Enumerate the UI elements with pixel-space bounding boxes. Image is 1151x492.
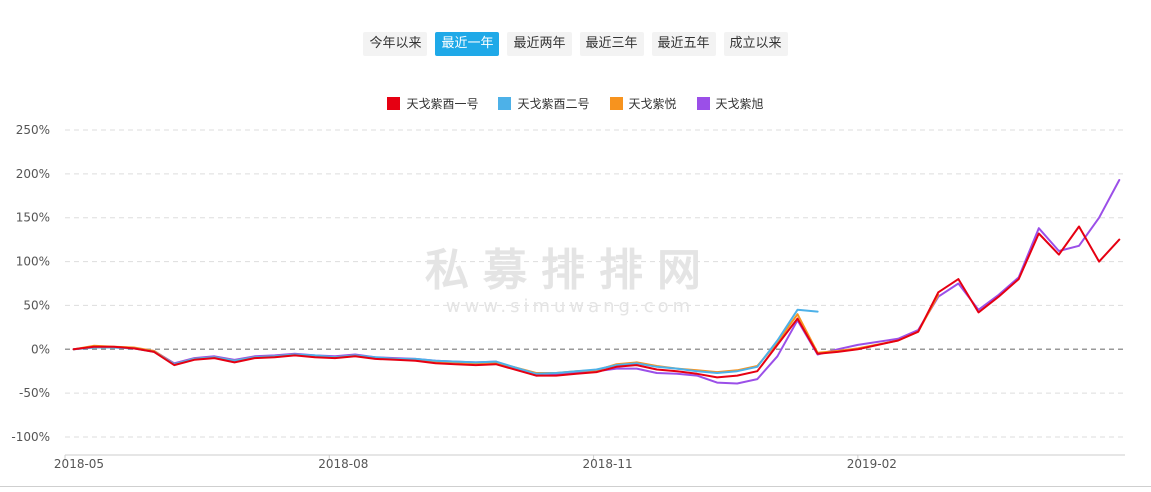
y-tick-label: 150% (16, 211, 50, 225)
x-tick-label: 2018-11 (582, 457, 632, 471)
bottom-divider (0, 486, 1151, 487)
watermark: 私募排排网 www.simuwang.com (425, 245, 715, 317)
x-tick-label: 2018-08 (318, 457, 368, 471)
y-tick-label: 50% (23, 298, 50, 312)
watermark-url-text: www.simuwang.com (446, 296, 694, 317)
x-tick-label: 2018-05 (54, 457, 104, 471)
y-tick-label: 0% (31, 342, 50, 356)
x-tick-label: 2019-02 (847, 457, 897, 471)
y-tick-label: -100% (11, 430, 50, 444)
watermark-logo-text: 私募排排网 (425, 245, 715, 296)
y-tick-label: 100% (16, 255, 50, 269)
y-tick-label: 250% (16, 123, 50, 137)
performance-line-chart: 私募排排网 www.simuwang.com 250% 200% 150% 100% 5… (11, 123, 1125, 471)
y-tick-label: 200% (16, 167, 50, 181)
y-tick-label: -50% (19, 386, 50, 400)
